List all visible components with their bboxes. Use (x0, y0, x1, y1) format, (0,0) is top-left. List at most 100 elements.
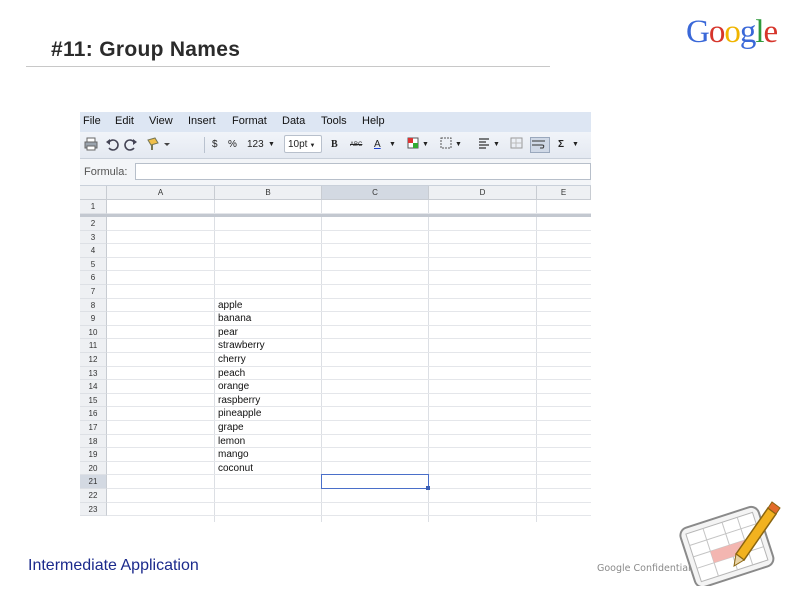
chevron-down-icon[interactable]: ▼ (493, 137, 500, 153)
menu-view[interactable]: View (149, 115, 173, 127)
table-cell[interactable]: mango (218, 448, 249, 462)
row-header-8[interactable]: 8 (80, 298, 107, 313)
table-cell[interactable]: lemon (218, 435, 245, 449)
logo-letter: g (739, 14, 756, 50)
grid-line (107, 501, 591, 503)
redo-icon[interactable] (124, 137, 138, 153)
bold-button[interactable]: B (331, 137, 338, 153)
grid-line (107, 270, 591, 272)
menu-file[interactable]: File (83, 115, 101, 127)
table-cell[interactable]: raspberry (218, 394, 260, 408)
column-header-e[interactable]: E (537, 186, 591, 200)
toolbar: $ % 123 ▼ 10pt ▼ B ABC A ▼ ▼ ▼ ▼ Σ ▼ (80, 132, 591, 159)
formula-bar: Formula: (80, 159, 591, 186)
row-header-16[interactable]: 16 (80, 407, 107, 421)
grid-line (107, 379, 591, 381)
row-header-7[interactable]: 7 (80, 285, 107, 299)
row-header-18[interactable]: 18 (80, 434, 107, 449)
row-header-21[interactable]: 21 (80, 475, 107, 489)
menu-format[interactable]: Format (232, 115, 267, 127)
spreadsheet-screenshot: File Edit View Insert Format Data Tools … (80, 112, 591, 522)
toolbar-separator (204, 137, 205, 153)
align-icon[interactable] (478, 137, 490, 153)
table-cell[interactable]: banana (218, 312, 251, 326)
spreadsheet-app-icon (676, 496, 781, 591)
row-header-19[interactable]: 19 (80, 448, 107, 462)
table-cell[interactable]: peach (218, 367, 245, 381)
menu-help[interactable]: Help (362, 115, 385, 127)
row-header-12[interactable]: 12 (80, 353, 107, 367)
menu-data[interactable]: Data (282, 115, 305, 127)
row-header-6[interactable]: 6 (80, 271, 107, 285)
row-header-14[interactable]: 14 (80, 380, 107, 394)
menu-edit[interactable]: Edit (115, 115, 134, 127)
chevron-down-icon[interactable]: ▼ (455, 137, 462, 153)
bg-color-icon[interactable] (407, 137, 419, 153)
currency-button[interactable]: $ (212, 137, 218, 153)
font-size-value: 10pt (288, 139, 308, 150)
row-header-15[interactable]: 15 (80, 393, 107, 408)
grid-line (107, 515, 591, 517)
row-header-11[interactable]: 11 (80, 339, 107, 353)
strikethrough-button[interactable]: ABC (350, 137, 362, 153)
row-header-4[interactable]: 4 (80, 244, 107, 258)
row-header-10[interactable]: 10 (80, 325, 107, 340)
row-header-17[interactable]: 17 (80, 421, 107, 435)
row-header-20[interactable]: 20 (80, 461, 107, 476)
column-header-c[interactable]: C (322, 186, 429, 200)
chevron-down-icon[interactable]: ▼ (268, 137, 275, 153)
grid-line (107, 256, 591, 258)
paint-format-icon[interactable] (146, 137, 172, 153)
menu-bar: File Edit View Insert Format Data Tools … (80, 112, 591, 132)
grid-line (107, 433, 591, 435)
row-header-22[interactable]: 22 (80, 489, 107, 503)
print-icon[interactable] (84, 137, 98, 153)
column-header-b[interactable]: B (215, 186, 322, 200)
row-header-23[interactable]: 23 (80, 502, 107, 517)
menu-insert[interactable]: Insert (188, 115, 216, 127)
column-header-d[interactable]: D (429, 186, 537, 200)
sum-button[interactable]: Σ (558, 137, 564, 153)
undo-icon[interactable] (105, 137, 119, 153)
title-rule (26, 66, 550, 67)
grid-line (107, 311, 591, 313)
chevron-down-icon[interactable]: ▼ (572, 137, 579, 153)
fill-handle[interactable] (426, 486, 430, 490)
row-header-13[interactable]: 13 (80, 366, 107, 381)
table-cell[interactable]: grape (218, 421, 244, 435)
borders-icon[interactable] (440, 137, 452, 153)
chevron-down-icon[interactable]: ▼ (422, 137, 429, 153)
table-cell[interactable]: apple (218, 299, 242, 313)
table-cell[interactable]: orange (218, 380, 249, 394)
menu-tools[interactable]: Tools (321, 115, 347, 127)
row-header-3[interactable]: 3 (80, 230, 107, 245)
table-cell[interactable]: pineapple (218, 407, 261, 421)
percent-button[interactable]: % (228, 137, 237, 153)
merge-icon[interactable] (510, 137, 523, 153)
table-cell[interactable]: pear (218, 326, 238, 340)
text-color-button[interactable]: A (374, 137, 381, 153)
row-header-5[interactable]: 5 (80, 257, 107, 272)
logo-letter: G (686, 14, 710, 50)
slide-title: #11: Group Names (51, 38, 241, 61)
table-cell[interactable]: strawberry (218, 339, 265, 353)
wrap-icon[interactable] (530, 137, 550, 153)
table-cell[interactable]: cherry (218, 353, 246, 367)
logo-letter: l (755, 14, 764, 50)
row-header-9[interactable]: 9 (80, 312, 107, 326)
chevron-down-icon[interactable]: ▼ (389, 137, 396, 153)
selected-cell[interactable] (321, 474, 429, 489)
grid-line (107, 284, 591, 285)
table-cell[interactable]: coconut (218, 462, 253, 476)
logo-letter: o (724, 14, 740, 50)
frozen-row-divider[interactable] (80, 214, 591, 217)
formula-input[interactable] (135, 163, 591, 180)
grid-line (107, 338, 591, 340)
row-header-1[interactable]: 1 (80, 200, 107, 214)
column-header-a[interactable]: A (107, 186, 215, 200)
font-size-select[interactable]: 10pt ▼ (284, 135, 322, 153)
grid-corner (80, 186, 107, 200)
row-header-2[interactable]: 2 (80, 217, 107, 231)
formula-label: Formula: (84, 166, 128, 178)
number-format-button[interactable]: 123 (247, 137, 264, 153)
